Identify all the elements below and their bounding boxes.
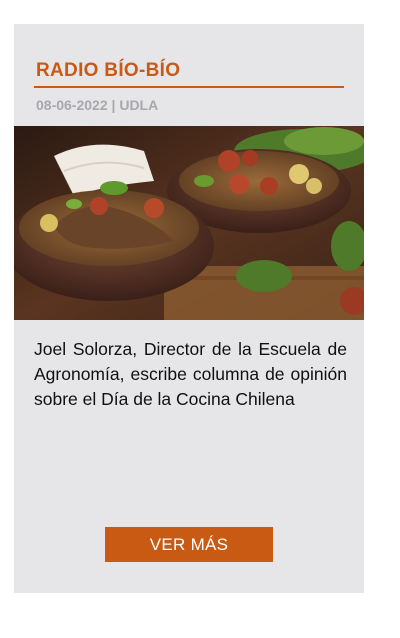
article-description: Joel Solorza, Director de la Escuela de …	[34, 339, 347, 409]
ver-mas-button[interactable]: VER MÁS	[105, 527, 273, 562]
separator: |	[111, 97, 116, 113]
article-image	[14, 126, 364, 320]
institution-label: UDLA	[119, 97, 159, 113]
source-title: RADIO BÍO-BÍO	[36, 60, 181, 81]
news-card: RADIO BÍO-BÍO 08-06-2022 | UDLA Joel Sol…	[14, 24, 364, 593]
meta-line: 08-06-2022 | UDLA	[36, 97, 158, 113]
date-label: 08-06-2022	[36, 97, 108, 113]
title-divider	[34, 86, 344, 88]
